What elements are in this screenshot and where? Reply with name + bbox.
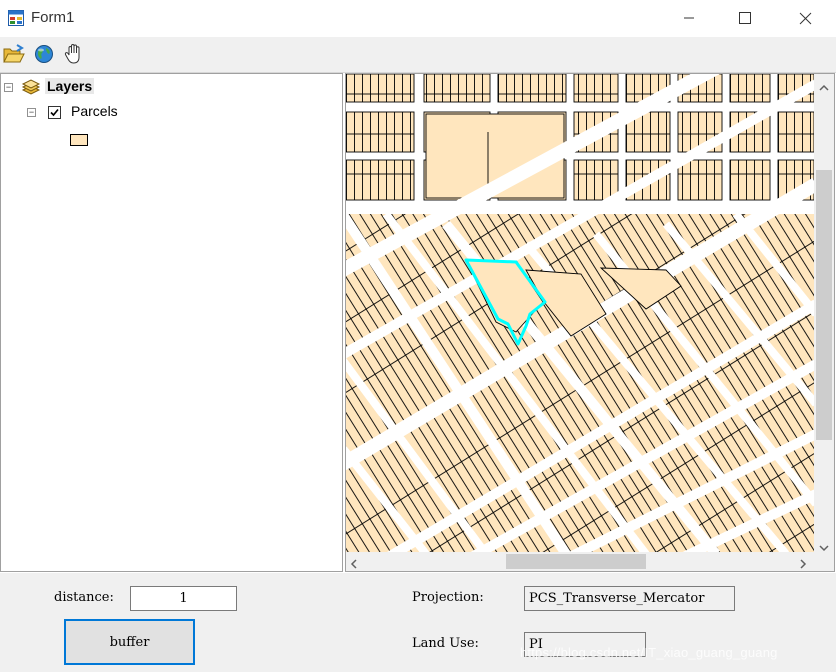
projection-field[interactable]: PCS_Transverse_Mercator [524, 586, 735, 611]
title-bar: Form1 [0, 0, 836, 36]
parcel-map [346, 74, 814, 552]
parcels-symbol-swatch [70, 134, 88, 146]
minimize-icon [684, 17, 694, 19]
table-of-contents[interactable]: − Layers − Parcels [0, 73, 343, 572]
pan-button[interactable] [62, 42, 86, 66]
chevron-right-icon [800, 559, 807, 569]
watermark-text: https://blog.csdn.net/IT_xiao_guang_guan… [520, 645, 778, 660]
city-block [777, 111, 814, 153]
layers-collapse-toggle[interactable]: − [4, 83, 13, 92]
distance-label: distance: [54, 590, 114, 605]
horizontal-scrollbar[interactable] [346, 552, 814, 571]
chevron-left-icon [350, 559, 357, 569]
check-icon [50, 108, 59, 117]
scroll-up-arrow[interactable] [819, 79, 829, 94]
chevron-down-icon [819, 545, 829, 552]
hand-pan-icon [64, 43, 80, 64]
vertical-scroll-thumb[interactable] [816, 170, 832, 440]
city-block [346, 111, 415, 153]
scroll-left-arrow[interactable] [350, 557, 357, 571]
scrollbar-corner [814, 552, 834, 571]
city-block [729, 159, 771, 201]
open-button[interactable] [2, 42, 26, 66]
buffer-button[interactable]: buffer [64, 619, 195, 665]
buffer-button-label: buffer [109, 634, 150, 650]
city-block [423, 74, 491, 103]
layers-icon [21, 79, 41, 98]
scroll-right-arrow[interactable] [800, 557, 807, 571]
window-title: Form1 [31, 9, 75, 26]
city-block [677, 159, 723, 201]
full-extent-button[interactable] [32, 42, 56, 66]
projection-label: Projection: [412, 590, 484, 605]
chevron-up-icon [819, 84, 829, 91]
minimize-button[interactable] [666, 0, 712, 36]
map-control[interactable] [345, 73, 835, 572]
city-block [729, 74, 771, 103]
horizontal-scroll-thumb[interactable] [506, 554, 646, 569]
globe-icon [35, 45, 53, 63]
city-block [346, 74, 415, 103]
toolbar [0, 37, 836, 73]
vertical-scrollbar[interactable] [814, 74, 834, 552]
layers-root-label[interactable]: Layers [45, 78, 95, 94]
parcels-collapse-toggle[interactable]: − [27, 108, 36, 117]
city-block [573, 159, 619, 201]
city-block [346, 159, 415, 201]
close-icon [799, 12, 811, 24]
close-button[interactable] [782, 0, 828, 36]
city-block [497, 74, 567, 103]
map-canvas[interactable] [346, 74, 814, 552]
maximize-icon [739, 12, 751, 24]
parcels-visibility-checkbox[interactable] [48, 106, 61, 119]
maximize-button[interactable] [722, 0, 768, 36]
parcels-layer-label[interactable]: Parcels [71, 103, 118, 119]
folder-open-icon [3, 44, 25, 63]
distance-input[interactable]: 1 [130, 586, 237, 611]
land-use-label: Land Use: [412, 636, 479, 651]
city-block [573, 74, 619, 103]
app-icon [8, 10, 24, 26]
